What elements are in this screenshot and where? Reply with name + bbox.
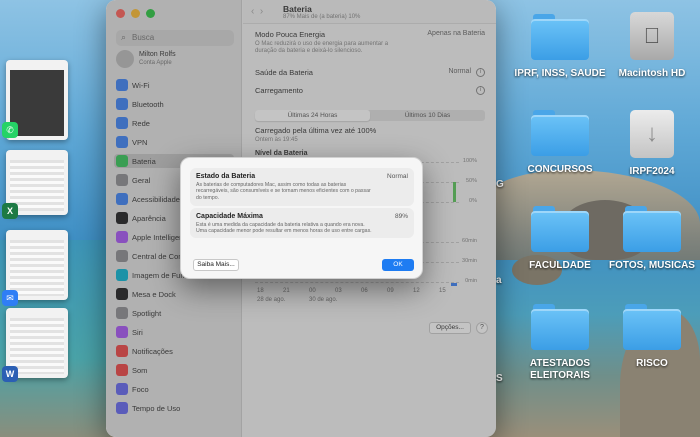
desktop-partial-label: G — [496, 179, 504, 190]
desktop-folder-risco[interactable]: RISCO — [602, 304, 700, 370]
desktop-item-label: RISCO — [636, 358, 668, 369]
card-value: Normal — [387, 173, 408, 180]
desktop-item-label: CONCURSOS — [527, 164, 593, 175]
battery-health-dialog: Estado da Bateria Normal As baterias de … — [180, 157, 423, 279]
desktop-item-label: FACULDADE — [529, 260, 591, 271]
max-capacity-card: Capacidade Máxima 89% Esta é uma medida … — [190, 208, 414, 238]
desktop-item-label: IPRF, INSS, SAUDE — [514, 68, 606, 79]
folder-icon — [531, 14, 589, 60]
card-title: Capacidade Máxima — [196, 213, 263, 220]
ok-button[interactable]: OK — [382, 259, 414, 271]
card-description: Esta é uma medida da capacidade da bater… — [196, 222, 372, 235]
hard-drive-icon:  — [630, 12, 674, 60]
folder-icon — [531, 206, 589, 252]
excel-icon: X — [2, 203, 18, 219]
desktop-drive-irpf2024[interactable]: ↓ IRPF2024 — [602, 110, 700, 178]
desktop-partial-label: a — [496, 275, 502, 286]
card-title: Estado da Bateria — [196, 173, 256, 180]
learn-more-button[interactable]: Saiba Mais... — [193, 259, 239, 271]
whatsapp-icon: ✆ — [2, 122, 18, 138]
desktop-folder-concursos[interactable]: CONCURSOS — [510, 110, 610, 176]
folder-icon — [623, 206, 681, 252]
desktop-item-label: ATESTADOS ELEITORAIS — [529, 358, 591, 381]
desktop-partial-label: S — [496, 373, 503, 384]
download-drive-icon: ↓ — [630, 110, 674, 158]
desktop-folder-atestados[interactable]: ATESTADOS ELEITORAIS — [510, 304, 610, 382]
card-value: 89% — [394, 213, 408, 220]
desktop-drive-macintosh[interactable]:  Macintosh HD — [602, 12, 700, 80]
desktop-folder-iprf[interactable]: IPRF, INSS, SAUDE — [510, 14, 610, 80]
folder-icon — [531, 304, 589, 350]
desktop-item-label: FOTOS, MUSICAS — [609, 260, 695, 271]
word-icon: W — [2, 366, 18, 382]
mail-icon: ✉ — [2, 290, 18, 306]
battery-state-card: Estado da Bateria Normal As baterias de … — [190, 168, 414, 206]
desktop-item-label: IRPF2024 — [629, 166, 675, 177]
desktop-folder-fotos[interactable]: FOTOS, MUSICAS — [602, 206, 700, 272]
folder-icon — [623, 304, 681, 350]
card-description: As baterias de computadores Mac, assim c… — [196, 182, 371, 201]
desktop-item-label: Macintosh HD — [618, 68, 686, 79]
folder-icon — [531, 110, 589, 156]
desktop-folder-faculdade[interactable]: FACULDADE — [510, 206, 610, 272]
